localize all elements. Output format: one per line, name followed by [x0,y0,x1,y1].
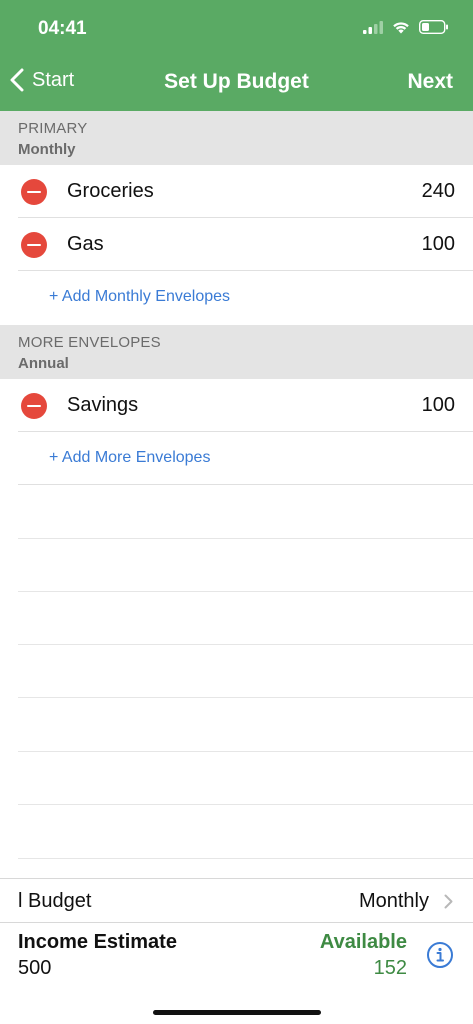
section-title: MORE ENVELOPES [18,334,161,351]
empty-row [18,806,473,859]
add-monthly-envelopes-row[interactable]: + Add Monthly Envelopes [18,271,473,324]
income-estimate-value[interactable]: 500 [18,957,51,980]
chevron-left-icon [10,68,24,92]
back-label: Start [32,68,75,91]
available-value: 152 [373,957,407,979]
envelope-amount[interactable]: 100 [422,233,455,256]
budget-period-row[interactable]: l Budget Monthly [0,879,473,923]
home-indicator[interactable] [153,1010,321,1015]
envelope-row-gas[interactable]: Gas 100 [18,218,473,271]
envelope-row-groceries[interactable]: Groceries 240 [18,165,473,218]
envelope-name: Gas [67,233,104,255]
chevron-right-icon [444,894,453,909]
delete-icon[interactable] [21,232,47,258]
section-subtitle: Annual [18,355,69,372]
budget-summary: l Budget Monthly Income Estimate 500 Ava… [0,878,473,1024]
envelope-name: Groceries [67,180,154,202]
back-button[interactable]: Start [10,68,74,92]
wifi-icon [393,21,409,33]
envelope-amount[interactable]: 100 [422,394,455,417]
empty-row [18,699,473,752]
add-more-envelopes-link[interactable]: + Add More Envelopes [49,449,210,467]
empty-row [18,539,473,592]
empty-row [18,752,473,805]
section-header-primary: PRIMARY Monthly [0,111,473,165]
budget-period-value: Monthly [358,890,429,912]
envelope-name: Savings [67,394,139,416]
battery-icon [419,20,448,34]
status-icons [363,20,449,34]
add-more-envelopes-row[interactable]: + Add More Envelopes [18,432,473,485]
empty-row [18,592,473,645]
add-monthly-envelopes-link[interactable]: + Add Monthly Envelopes [49,288,230,306]
navigation-bar: 04:41 Start Set Up Budget Next [0,0,473,111]
delete-icon[interactable] [21,393,47,419]
budget-label: l Budget [18,890,92,912]
status-time: 04:41 [38,18,87,39]
section-subtitle: Monthly [18,141,76,158]
empty-row [18,645,473,698]
delete-icon[interactable] [21,179,47,205]
empty-row [18,486,473,539]
envelope-amount[interactable]: 240 [422,180,455,203]
available-label: Available [319,931,407,953]
envelope-row-savings[interactable]: Savings 100 [18,379,473,432]
next-button[interactable]: Next [407,70,453,94]
info-icon[interactable] [426,941,454,969]
section-title: PRIMARY [18,120,88,137]
income-estimate-label: Income Estimate [18,931,177,953]
section-header-more-envelopes: MORE ENVELOPES Annual [0,325,473,379]
signal-icon [363,20,383,34]
